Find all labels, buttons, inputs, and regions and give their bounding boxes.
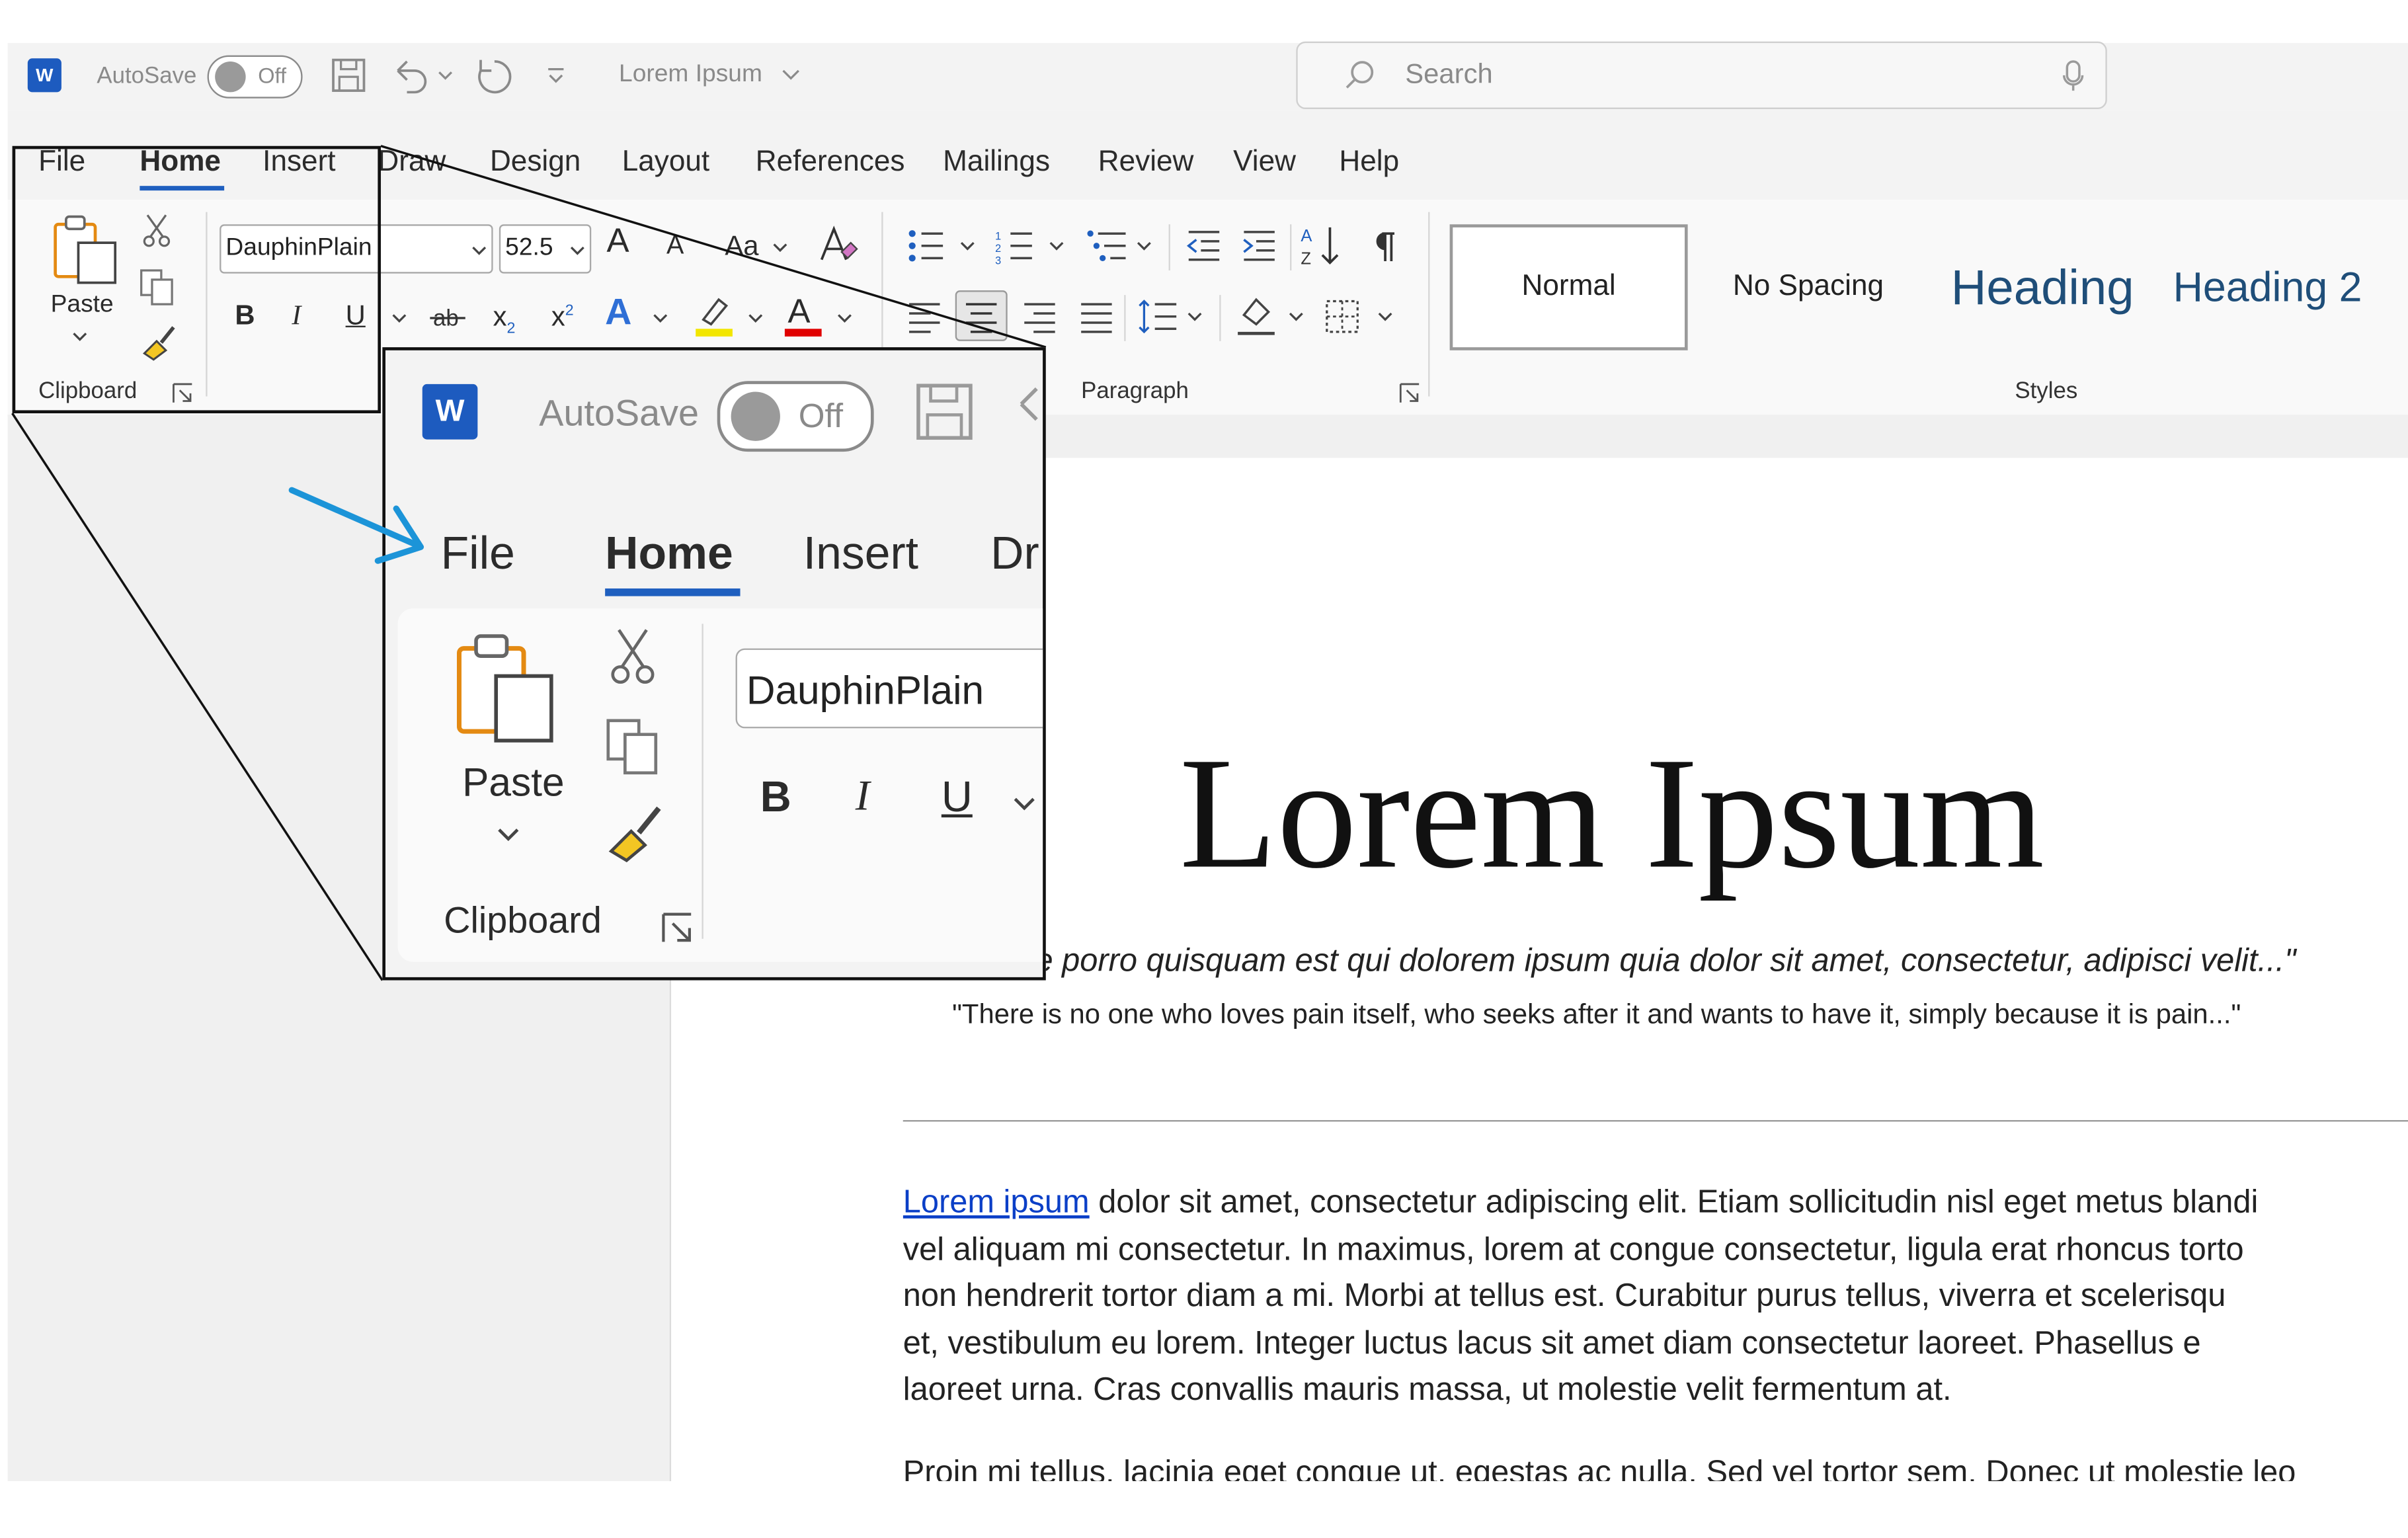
zoom-tab-draw[interactable]: Dr [990, 528, 1039, 581]
zoom-font-name-value: DauphinPlain [746, 667, 984, 713]
zoom-autosave-label: AutoSave [539, 393, 700, 435]
zoom-tab-home-underline [605, 588, 741, 596]
pointer-arrow-icon [288, 487, 424, 564]
zoom-tab-insert[interactable]: Insert [803, 528, 918, 581]
zoom-toggle-knob [731, 391, 780, 441]
zoom-underline-chevron-icon[interactable] [1012, 796, 1037, 815]
zoom-paste-icon[interactable] [453, 630, 561, 747]
zoom-tab-file[interactable]: File [441, 528, 515, 581]
zoom-underline-button[interactable]: U [942, 773, 973, 822]
zoom-format-painter-icon[interactable] [604, 799, 668, 866]
zoom-clipboard-launcher-icon[interactable] [662, 912, 692, 943]
callout-connector-lines [11, 145, 1047, 981]
zoom-word-logo[interactable]: W [422, 384, 478, 440]
zoom-callout: W AutoSave Off File Home Insert Dr Paste [382, 347, 1046, 981]
zoom-ribbon-separator [702, 624, 703, 939]
zoom-bold-button[interactable]: B [760, 773, 791, 822]
zoom-autosave-toggle[interactable]: Off [717, 381, 874, 452]
zoom-save-icon[interactable] [914, 381, 975, 442]
zoom-paste-dropdown-icon[interactable] [496, 827, 520, 845]
zoom-font-name-select[interactable]: DauphinPlain [735, 648, 1043, 729]
zoom-paste-label[interactable]: Paste [462, 759, 564, 807]
zoom-ribbon: Paste Clipboard DauphinPlain B I U [397, 608, 1043, 962]
zoom-clipboard-label: Clipboard [444, 900, 602, 942]
zoom-cut-icon[interactable] [610, 627, 656, 685]
zoom-copy-icon[interactable] [604, 716, 665, 778]
zoom-italic-button[interactable]: I [856, 773, 870, 822]
zoom-autosave-state: Off [798, 396, 844, 435]
zoom-undo-icon[interactable] [1012, 381, 1046, 442]
zoom-tab-home[interactable]: Home [605, 528, 733, 581]
